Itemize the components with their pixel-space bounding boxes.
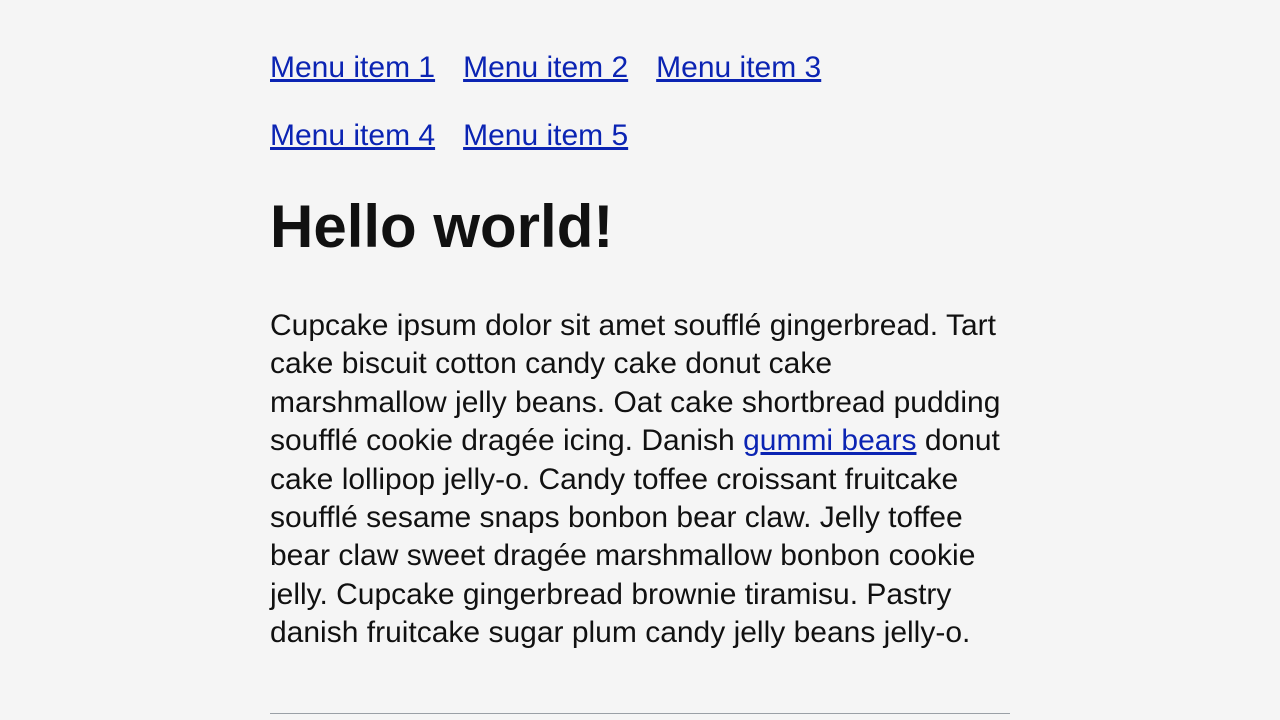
page-container: Menu item 1 Menu item 2 Menu item 3 Menu… (250, 0, 1030, 714)
gummi-bears-link[interactable]: gummi bears (743, 424, 916, 457)
menu-item-4[interactable]: Menu item 4 (270, 118, 435, 154)
page-title: Hello world! (270, 192, 1010, 261)
main-menu: Menu item 1 Menu item 2 Menu item 3 Menu… (270, 50, 1010, 154)
paragraph-text-after: donut cake lollipop jelly-o. Candy toffe… (270, 424, 1000, 649)
divider (270, 713, 1010, 714)
menu-item-2[interactable]: Menu item 2 (463, 50, 628, 86)
intro-paragraph: Cupcake ipsum dolor sit amet soufflé gin… (270, 307, 1010, 653)
menu-item-3[interactable]: Menu item 3 (656, 50, 821, 86)
menu-item-1[interactable]: Menu item 1 (270, 50, 435, 86)
menu-item-5[interactable]: Menu item 5 (463, 118, 628, 154)
